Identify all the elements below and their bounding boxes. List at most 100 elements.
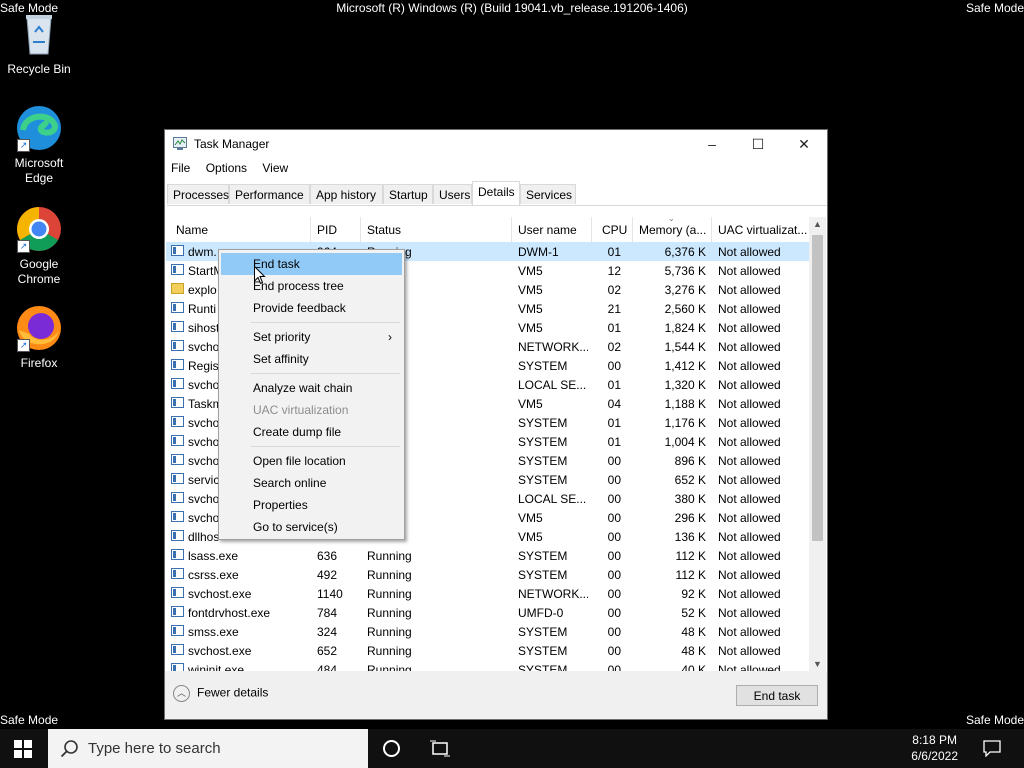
menu-item-label: Go to service(s) xyxy=(253,520,338,534)
cell-status: Running xyxy=(367,663,412,671)
vertical-scrollbar[interactable]: ▲ ▼ xyxy=(809,217,826,671)
submenu-arrow-icon: › xyxy=(388,330,392,344)
menu-item-set-priority[interactable]: Set priority › xyxy=(221,326,402,348)
cell-name: wininit.exe xyxy=(188,663,245,671)
menu-item-create-dump-file[interactable]: Create dump file xyxy=(221,421,402,443)
col-header-pid[interactable]: PID xyxy=(317,223,357,237)
minimize-button[interactable]: – xyxy=(689,130,735,158)
cell-user: SYSTEM xyxy=(518,454,568,468)
notification-center-icon[interactable] xyxy=(983,740,1001,757)
menu-item-go-to-service-s[interactable]: Go to service(s) xyxy=(221,516,402,538)
tab-details[interactable]: Details xyxy=(472,181,520,205)
menu-item-provide-feedback[interactable]: Provide feedback xyxy=(221,297,402,319)
cell-mem: 896 K xyxy=(674,454,706,468)
menu-item-label: End process tree xyxy=(253,279,344,293)
col-header-status[interactable]: Status xyxy=(367,223,507,237)
table-row[interactable]: fontdrvhost.exe 784 Running UMFD-0 00 52 K Not… xyxy=(166,603,809,622)
menu-item-open-file-location[interactable]: Open file location xyxy=(221,450,402,472)
menu-item-label: Search online xyxy=(253,476,327,490)
tab-users[interactable]: Users xyxy=(433,184,472,204)
cell-mem: 48 K xyxy=(681,625,706,639)
menu-view[interactable]: View xyxy=(262,161,288,175)
table-row[interactable]: wininit.exe 484 Running SYSTEM 00 40 K Not all… xyxy=(166,660,809,671)
windows-start-icon[interactable] xyxy=(14,740,32,761)
cortana-icon[interactable] xyxy=(383,740,400,757)
tab-startup[interactable]: Startup xyxy=(383,184,433,204)
desktop-icon-label: Google Chrome xyxy=(17,257,61,286)
scroll-up-arrow-icon[interactable]: ▲ xyxy=(809,219,826,229)
cell-cpu: 00 xyxy=(607,473,621,487)
cell-user: NETWORK... xyxy=(518,587,588,601)
cell-cpu: 00 xyxy=(607,549,621,563)
tab-performance[interactable]: Performance xyxy=(229,184,310,204)
table-row[interactable]: smss.exe 324 Running SYSTEM 00 48 K Not allowe… xyxy=(166,622,809,641)
cell-user: SYSTEM xyxy=(518,473,568,487)
table-row[interactable]: csrss.exe 492 Running SYSTEM 00 112 K Not allo… xyxy=(166,565,809,584)
title-bar[interactable]: Task Manager – ☐ ✕ xyxy=(165,130,827,158)
taskbar: Type here to search 8:18 PM 6/6/2022 xyxy=(0,729,1024,768)
cell-uac: Not allowed xyxy=(718,245,781,259)
process-icon xyxy=(171,530,184,541)
cell-mem: 112 K xyxy=(675,568,706,582)
col-header-uac[interactable]: UAC virtualizat... xyxy=(718,223,809,237)
menu-item-label: Analyze wait chain xyxy=(253,381,353,395)
menu-item-search-online[interactable]: Search online xyxy=(221,472,402,494)
table-row[interactable]: svchost.exe 652 Running SYSTEM 00 48 K Not all… xyxy=(166,641,809,660)
desktop-icon-label: Recycle Bin xyxy=(7,62,71,76)
process-icon xyxy=(171,340,184,351)
tab-services[interactable]: Services xyxy=(520,184,576,204)
close-button[interactable]: ✕ xyxy=(781,130,827,158)
cell-user: VM5 xyxy=(518,302,543,316)
menu-options[interactable]: Options xyxy=(206,161,247,175)
maximize-button[interactable]: ☐ xyxy=(735,130,781,158)
fewer-details-link[interactable]: ︿ Fewer details xyxy=(173,685,268,702)
col-header-user-name[interactable]: User name xyxy=(518,223,588,237)
cell-cpu: 02 xyxy=(607,340,621,354)
cell-uac: Not allowed xyxy=(718,530,781,544)
menu-item-end-task[interactable]: End task xyxy=(221,253,402,275)
col-header-name[interactable]: Name xyxy=(176,223,306,237)
menu-item-end-process-tree[interactable]: End process tree xyxy=(221,275,402,297)
cell-user: VM5 xyxy=(518,321,543,335)
cell-pid: 784 xyxy=(317,606,338,620)
cell-pid: 652 xyxy=(317,644,338,658)
cell-uac: Not allowed xyxy=(718,549,781,563)
cell-uac: Not allowed xyxy=(718,606,781,620)
scrollbar-thumb[interactable] xyxy=(812,235,823,541)
safe-mode-label-bottom-left: Safe Mode xyxy=(0,713,59,727)
desktop-icon-recycle-bin[interactable]: Recycle Bin xyxy=(1,10,77,77)
context-menu: End task End process tree Provide feedback… xyxy=(218,249,405,540)
table-row[interactable]: svchost.exe 1140 Running NETWORK... 00 92 K No… xyxy=(166,584,809,603)
desktop-icon-edge[interactable]: ↗ Microsoft Edge xyxy=(1,104,77,186)
col-header-memory[interactable]: Memory (a... xyxy=(639,223,711,237)
tab-app-history[interactable]: App history xyxy=(310,184,383,204)
desktop-icon-firefox[interactable]: ↗ Firefox xyxy=(1,304,77,371)
col-header-cpu[interactable]: CPU xyxy=(602,223,630,237)
menu-separator xyxy=(251,373,400,374)
scroll-down-arrow-icon[interactable]: ▼ xyxy=(809,659,826,669)
cell-mem: 5,736 K xyxy=(664,264,706,278)
menu-item-set-affinity[interactable]: Set affinity xyxy=(221,348,402,370)
menu-file[interactable]: File xyxy=(171,161,190,175)
desktop-icon-label: Microsoft Edge xyxy=(14,156,64,185)
menu-item-analyze-wait-chain[interactable]: Analyze wait chain xyxy=(221,377,402,399)
clock[interactable]: 8:18 PM 6/6/2022 xyxy=(911,732,958,764)
cell-uac: Not allowed xyxy=(718,340,781,354)
cell-mem: 1,824 K xyxy=(664,321,706,335)
process-icon xyxy=(171,492,184,503)
menu-item-label: Open file location xyxy=(253,454,346,468)
desktop-icon-chrome[interactable]: ↗ Google Chrome xyxy=(1,205,77,287)
cell-mem: 136 K xyxy=(674,530,706,544)
cell-user: SYSTEM xyxy=(518,549,568,563)
table-row[interactable]: lsass.exe 636 Running SYSTEM 00 112 K Not allo… xyxy=(166,546,809,565)
cell-pid: 636 xyxy=(317,549,338,563)
task-view-icon[interactable] xyxy=(430,740,450,757)
end-task-button[interactable]: End task xyxy=(736,685,818,706)
taskbar-search-box[interactable]: Type here to search xyxy=(48,729,368,768)
tab-processes[interactable]: Processes xyxy=(167,184,229,204)
process-icon xyxy=(171,549,184,560)
build-info: Microsoft (R) Windows (R) (Build 19041.v… xyxy=(336,1,688,15)
cell-cpu: 00 xyxy=(607,587,621,601)
cell-user: SYSTEM xyxy=(518,435,568,449)
menu-item-properties[interactable]: Properties xyxy=(221,494,402,516)
